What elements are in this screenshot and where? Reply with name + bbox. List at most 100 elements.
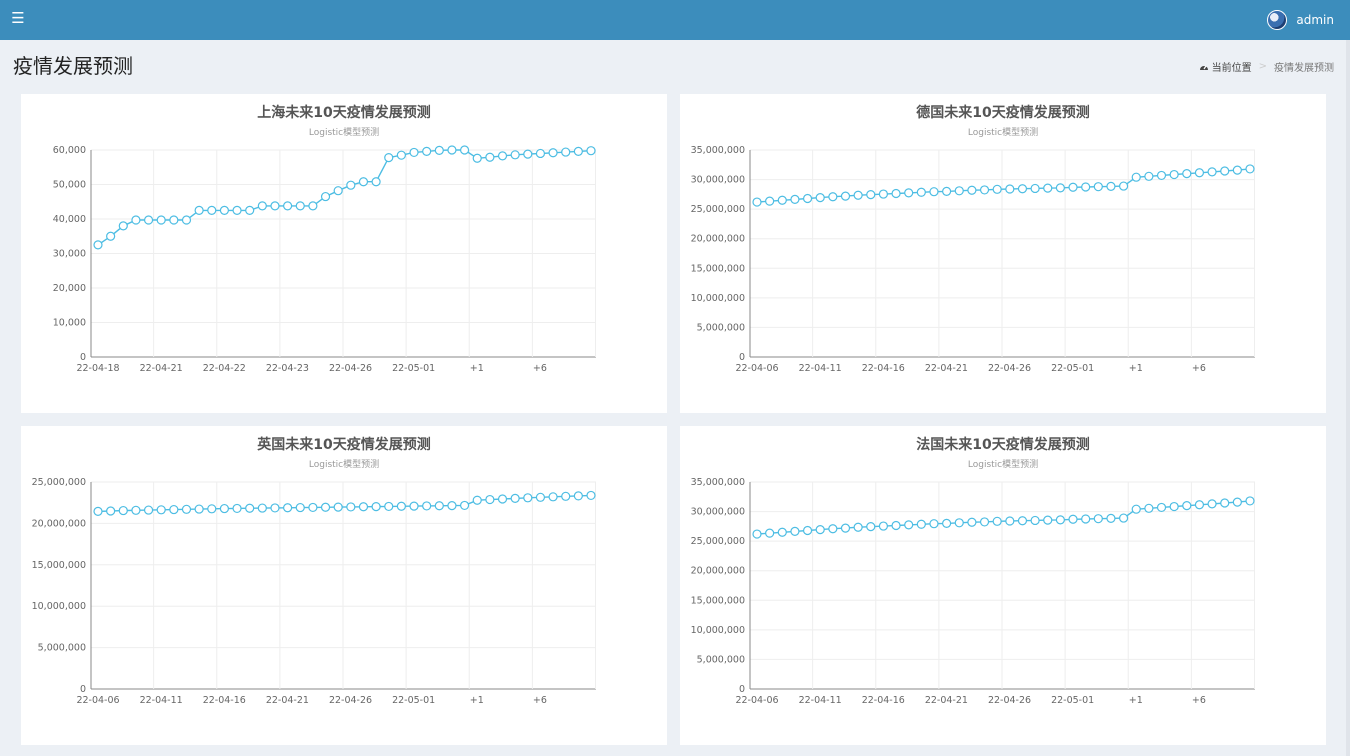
data-point[interactable] <box>1144 503 1154 513</box>
data-point[interactable] <box>245 205 255 215</box>
data-point[interactable] <box>409 147 419 158</box>
data-point[interactable] <box>106 506 116 516</box>
data-point[interactable] <box>866 190 876 200</box>
data-point[interactable] <box>409 501 419 511</box>
data-point[interactable] <box>459 500 470 511</box>
data-point[interactable] <box>891 520 901 531</box>
data-point[interactable] <box>384 152 394 163</box>
data-point[interactable] <box>358 502 369 512</box>
data-point[interactable] <box>954 186 964 196</box>
data-point[interactable] <box>1106 513 1116 523</box>
data-point[interactable] <box>954 518 964 528</box>
data-point[interactable] <box>548 492 558 502</box>
data-point[interactable] <box>1232 165 1242 175</box>
data-point[interactable] <box>573 146 583 156</box>
data-point[interactable] <box>472 495 482 505</box>
data-point[interactable] <box>143 215 154 225</box>
data-point[interactable] <box>295 502 305 513</box>
data-point[interactable] <box>497 494 508 504</box>
data-point[interactable] <box>194 504 204 514</box>
data-point[interactable] <box>979 185 990 195</box>
data-point[interactable] <box>790 194 800 204</box>
data-point[interactable] <box>422 501 432 511</box>
data-point[interactable] <box>346 502 356 512</box>
data-point[interactable] <box>320 191 331 202</box>
data-point[interactable] <box>1043 183 1053 193</box>
data-point[interactable] <box>283 201 293 211</box>
data-point[interactable] <box>802 193 813 204</box>
data-point[interactable] <box>1081 514 1091 524</box>
data-point[interactable] <box>181 504 192 514</box>
breadcrumb-home-label[interactable]: 当前位置 <box>1212 59 1252 74</box>
hamburger-icon[interactable]: ☰ <box>10 10 26 26</box>
data-point[interactable] <box>131 215 141 225</box>
data-point[interactable] <box>118 221 128 231</box>
data-point[interactable] <box>106 231 116 241</box>
data-point[interactable] <box>1182 501 1192 511</box>
data-point[interactable] <box>752 197 762 207</box>
data-point[interactable] <box>967 185 977 195</box>
data-point[interactable] <box>1068 182 1078 192</box>
data-point[interactable] <box>828 192 838 202</box>
data-point[interactable] <box>1156 170 1167 181</box>
data-point[interactable] <box>308 201 318 211</box>
data-point[interactable] <box>283 503 293 513</box>
data-point[interactable] <box>815 193 825 203</box>
data-point[interactable] <box>992 516 1002 526</box>
page-scrollbar[interactable] <box>1346 40 1350 756</box>
data-point[interactable] <box>1017 184 1028 194</box>
data-point[interactable] <box>777 195 787 205</box>
data-point[interactable] <box>1055 515 1065 525</box>
data-point[interactable] <box>257 503 267 513</box>
data-point[interactable] <box>93 240 103 250</box>
data-point[interactable] <box>853 190 863 200</box>
data-point[interactable] <box>485 152 495 162</box>
data-point[interactable] <box>1093 514 1103 524</box>
data-point[interactable] <box>1194 168 1205 178</box>
data-point[interactable] <box>156 505 166 515</box>
data-point[interactable] <box>992 184 1002 194</box>
data-point[interactable] <box>346 180 356 190</box>
data-point[interactable] <box>1232 497 1242 507</box>
data-point[interactable] <box>523 493 533 503</box>
data-point[interactable] <box>1005 516 1015 526</box>
data-point[interactable] <box>270 201 280 211</box>
data-point[interactable] <box>459 145 470 155</box>
data-point[interactable] <box>904 520 914 530</box>
data-point[interactable] <box>308 502 318 513</box>
data-point[interactable] <box>853 522 863 532</box>
data-point[interactable] <box>207 504 217 514</box>
data-point[interactable] <box>131 505 141 515</box>
data-point[interactable] <box>942 518 952 529</box>
data-point[interactable] <box>396 150 406 160</box>
data-point[interactable] <box>1055 183 1065 193</box>
data-point[interactable] <box>510 150 520 160</box>
data-point[interactable] <box>1118 513 1129 523</box>
data-point[interactable] <box>497 151 508 161</box>
data-point[interactable] <box>270 503 280 513</box>
data-point[interactable] <box>156 215 166 225</box>
data-point[interactable] <box>840 523 851 533</box>
data-point[interactable] <box>1169 501 1179 512</box>
data-point[interactable] <box>828 524 838 534</box>
data-point[interactable] <box>523 149 533 159</box>
data-point[interactable] <box>979 517 990 527</box>
data-point[interactable] <box>929 519 939 529</box>
data-point[interactable] <box>510 493 520 503</box>
data-point[interactable] <box>194 205 204 215</box>
data-point[interactable] <box>561 491 571 501</box>
data-point[interactable] <box>358 177 369 187</box>
data-point[interactable] <box>1030 515 1040 526</box>
data-point[interactable] <box>1220 166 1230 176</box>
data-point[interactable] <box>573 491 583 501</box>
data-point[interactable] <box>1093 182 1103 192</box>
data-point[interactable] <box>878 189 889 199</box>
data-point[interactable] <box>295 201 305 211</box>
data-point[interactable] <box>1131 504 1141 514</box>
data-point[interactable] <box>967 517 977 527</box>
data-point[interactable] <box>1245 496 1255 506</box>
data-point[interactable] <box>752 529 762 539</box>
data-point[interactable] <box>143 505 154 515</box>
data-point[interactable] <box>447 145 457 155</box>
data-point[interactable] <box>384 501 394 512</box>
